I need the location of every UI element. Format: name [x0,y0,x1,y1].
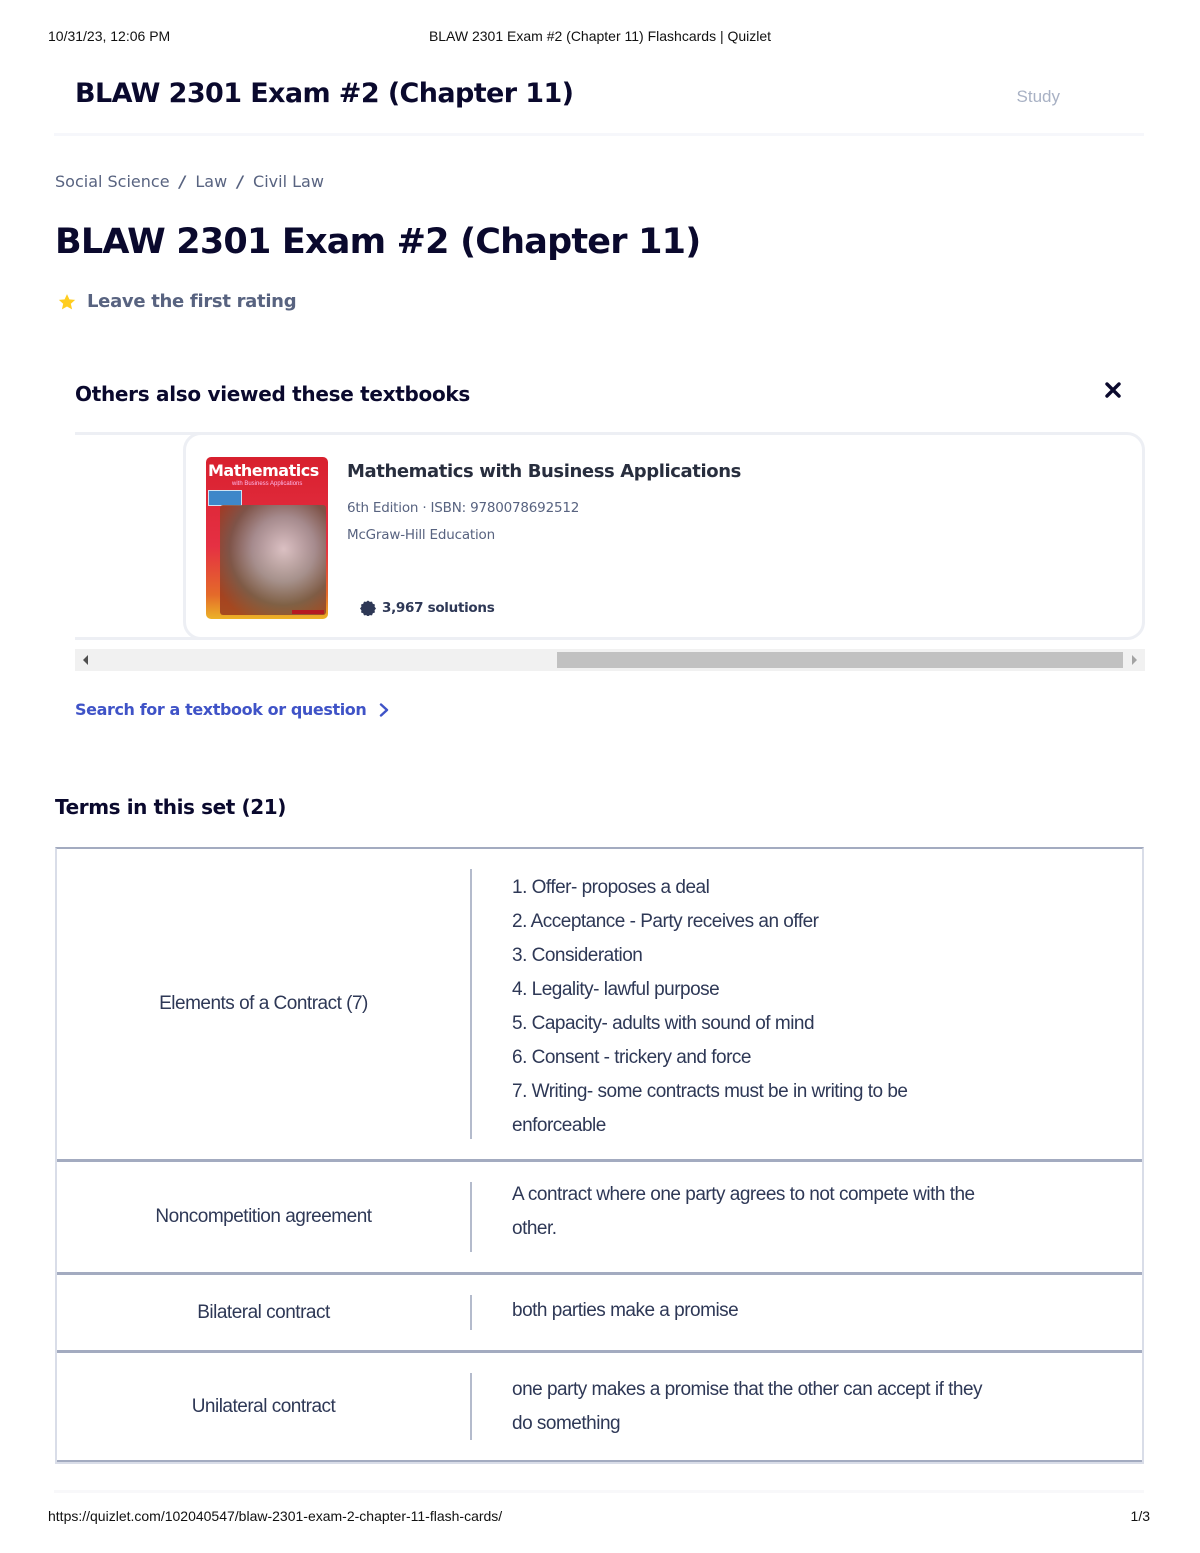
search-textbook-link[interactable]: Search for a textbook or question [75,700,390,719]
scrollbar-thumb[interactable] [557,652,1123,668]
rating-link[interactable]: Leave the first rating [57,291,297,312]
definition-text: one party makes a promise that the other… [512,1379,983,1434]
term-row: Unilateral contract one party makes a pr… [57,1353,1142,1462]
scroll-right-arrow-icon[interactable] [1132,655,1137,665]
scroll-left-arrow-icon[interactable] [83,655,88,665]
page-title: BLAW 2301 Exam #2 (Chapter 11) [55,222,701,262]
book-edition-isbn: 6th Edition · ISBN: 9780078692512 [347,500,580,516]
book-title[interactable]: Mathematics with Business Applications [347,461,741,482]
verified-badge-icon [360,600,376,616]
chevron-right-icon [380,702,389,717]
term-row: Noncompetition agreement A contract wher… [57,1162,1142,1275]
close-textbooks-button[interactable] [1100,377,1126,403]
sticky-header: BLAW 2301 Exam #2 (Chapter 11) Study [54,70,1144,136]
breadcrumb-item-civil-law[interactable]: Civil Law [253,172,324,191]
definition-text: A contract where one party agrees to not… [512,1184,975,1239]
print-header: 10/31/23, 12:06 PM BLAW 2301 Exam #2 (Ch… [48,28,1152,48]
close-icon [1105,382,1121,398]
search-link-label: Search for a textbook or question [75,700,367,719]
terms-heading: Terms in this set (21) [55,795,287,819]
star-icon [58,293,76,309]
term-row: Elements of a Contract (7) 1. Offer- pro… [57,849,1142,1162]
book-cover-url-strip [292,610,324,614]
textbooks-heading: Others also viewed these textbooks [75,382,471,406]
study-button[interactable]: Study [1017,87,1060,107]
solutions-count: 3,967 solutions [360,600,495,616]
book-cover-title: Mathematics [208,461,319,480]
header-set-title: BLAW 2301 Exam #2 (Chapter 11) [75,78,574,109]
rating-label: Leave the first rating [87,291,297,312]
breadcrumb-item-social-science[interactable]: Social Science [55,172,170,191]
breadcrumb: Social Science / Law / Civil Law [55,172,324,191]
print-footer: https://quizlet.com/102040547/blaw-2301-… [48,1508,1152,1528]
print-url: https://quizlet.com/102040547/blaw-2301-… [48,1508,503,1524]
term-text: Unilateral contract [191,1395,336,1417]
page-bottom-divider [54,1490,1144,1493]
definition-text: both parties make a promise [512,1300,739,1321]
book-cover-badge [208,490,242,506]
term-text: Elements of a Contract (7) [159,993,368,1014]
carousel-scrollbar[interactable] [75,649,1145,671]
book-publisher: McGraw-Hill Education [347,527,495,543]
term-text: Noncompetition agreement [155,1206,372,1227]
book-cover-photo [220,505,326,615]
terms-table: Elements of a Contract (7) 1. Offer- pro… [55,847,1144,1464]
book-cover-image: Mathematics with Business Applications [206,457,328,619]
print-page-number: 1/3 [1130,1508,1150,1524]
definition-text: 1. Offer- proposes a deal 2. Acceptance … [512,877,908,1136]
term-text: Bilateral contract [197,1301,330,1323]
book-cover-subtitle: with Business Applications [232,481,303,487]
print-document-title: BLAW 2301 Exam #2 (Chapter 11) Flashcard… [428,28,772,44]
textbook-card[interactable]: Mathematics with Business Applications M… [183,432,1145,640]
breadcrumb-separator: / [179,172,186,191]
breadcrumb-separator: / [237,172,244,191]
solutions-label: 3,967 solutions [382,600,495,616]
term-row: Bilateral contract both parties make a p… [57,1275,1142,1353]
textbook-carousel: Mathematics with Business Applications M… [75,432,1145,672]
breadcrumb-item-law[interactable]: Law [195,172,227,191]
